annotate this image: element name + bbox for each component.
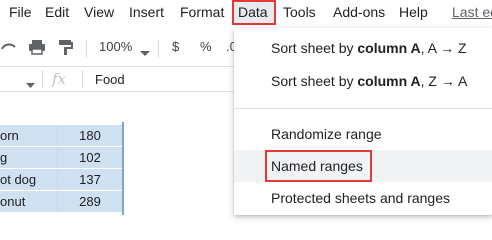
- menu-item-randomize-range[interactable]: Randomize range: [234, 118, 492, 150]
- named-ranges-highlight: [265, 150, 372, 182]
- menu-tools[interactable]: Tools: [283, 4, 316, 20]
- cell-a[interactable]: orn: [0, 125, 58, 146]
- formula-input[interactable]: Food: [95, 72, 125, 87]
- currency-format-button[interactable]: $: [172, 39, 179, 54]
- redo-icon[interactable]: [0, 38, 18, 61]
- toolbar-separator: [86, 40, 87, 58]
- spreadsheet-grid: orn 180 g 102 ot dog 137 onut 289: [0, 122, 124, 215]
- menu-divider: [234, 108, 492, 109]
- formula-separator: [82, 70, 83, 88]
- table-row: orn 180: [0, 125, 124, 146]
- cell-b[interactable]: 102: [58, 147, 122, 168]
- menu-item-label: Sort sheet by column A, Z → A: [271, 73, 468, 89]
- cell-b[interactable]: 289: [58, 191, 122, 212]
- menu-item-sort-a-z[interactable]: Sort sheet by column A, A → Z: [234, 32, 492, 64]
- menu-item-label: Protected sheets and ranges: [271, 190, 451, 206]
- menu-data[interactable]: Data: [238, 4, 268, 20]
- data-menu-dropdown: Sort sheet by column A, A → Z Sort sheet…: [234, 28, 492, 215]
- formula-separator: [42, 70, 43, 88]
- selection-border: [122, 122, 124, 215]
- print-icon[interactable]: [28, 38, 46, 61]
- menu-view[interactable]: View: [84, 4, 114, 20]
- percent-format-button[interactable]: %: [200, 39, 212, 54]
- table-row: g 102: [0, 147, 124, 168]
- table-row: ot dog 137: [0, 169, 124, 190]
- menu-item-protected-sheets[interactable]: Protected sheets and ranges: [234, 182, 492, 214]
- toolbar-separator: [158, 40, 159, 58]
- menu-help[interactable]: Help: [399, 4, 428, 20]
- cell-a[interactable]: onut: [0, 191, 58, 212]
- cell-a[interactable]: g: [0, 147, 58, 168]
- menu-edit[interactable]: Edit: [45, 4, 69, 20]
- name-box-dropdown-icon[interactable]: [26, 76, 35, 94]
- cell-b[interactable]: 137: [58, 169, 122, 190]
- menu-item-label: Sort sheet by column A, A → Z: [271, 40, 467, 56]
- menu-bar: File Edit View Insert Format Data Tools …: [0, 0, 492, 26]
- zoom-select[interactable]: 100%: [99, 39, 132, 54]
- menu-insert[interactable]: Insert: [129, 4, 164, 20]
- last-edit-link[interactable]: Last ed: [452, 4, 492, 20]
- zoom-dropdown-icon[interactable]: [140, 44, 150, 62]
- cell-b[interactable]: 180: [58, 125, 122, 146]
- paint-format-icon[interactable]: [57, 38, 75, 61]
- table-row: onut 289: [0, 191, 124, 212]
- fx-icon: fx: [52, 70, 67, 88]
- menu-file[interactable]: File: [9, 4, 32, 20]
- cell-a[interactable]: ot dog: [0, 169, 58, 190]
- menu-item-label: Randomize range: [271, 126, 382, 142]
- menu-addons[interactable]: Add-ons: [333, 4, 385, 20]
- menu-item-sort-z-a[interactable]: Sort sheet by column A, Z → A: [234, 65, 492, 97]
- menu-format[interactable]: Format: [180, 4, 224, 20]
